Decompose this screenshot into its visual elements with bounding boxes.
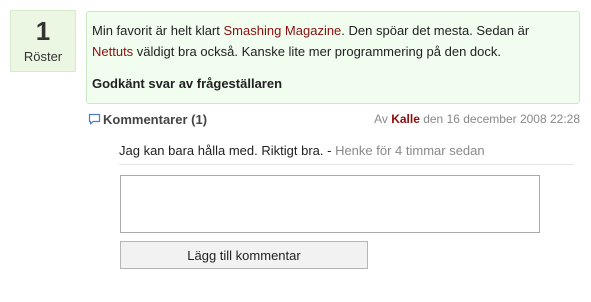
- smashing-magazine-link[interactable]: Smashing Magazine: [224, 23, 342, 38]
- comment-author-link[interactable]: Henke: [335, 143, 373, 158]
- meta-prefix: Av: [374, 112, 392, 126]
- comments-header: Kommentarer (1) Av Kalle den 16 december…: [86, 111, 580, 129]
- meta-date: den 16 december 2008 22:28: [419, 112, 580, 126]
- answer-text: . Den spöar det mesta. Sedan är: [341, 23, 530, 38]
- add-comment-button[interactable]: Lägg till kommentar: [120, 241, 368, 269]
- vote-box: 1 Röster: [10, 10, 76, 72]
- comment-bubble-icon: [88, 113, 101, 129]
- vote-label: Röster: [23, 49, 63, 64]
- comment-time: för 4 timmar sedan: [372, 143, 485, 158]
- comments-title[interactable]: Kommentarer (1): [103, 112, 207, 127]
- nettuts-link[interactable]: Nettuts: [92, 44, 133, 59]
- comment-text: Jag kan bara hålla med. Riktigt bra.: [119, 143, 324, 158]
- accepted-label: Godkänt svar av frågeställaren: [92, 76, 283, 91]
- answer-body: Min favorit är helt klart Smashing Magaz…: [92, 20, 571, 62]
- answer-text: Min favorit är helt klart: [92, 23, 224, 38]
- comment-input[interactable]: [120, 175, 540, 233]
- vote-count: 1: [35, 16, 51, 46]
- accepted-answer: Min favorit är helt klart Smashing Magaz…: [86, 11, 580, 104]
- meta-author-link[interactable]: Kalle: [391, 112, 420, 126]
- comment-item: Jag kan bara hålla med. Riktigt bra. - H…: [119, 143, 574, 165]
- comment-separator: -: [323, 143, 336, 158]
- answer-text: väldigt bra också. Kanske lite mer progr…: [133, 44, 501, 59]
- post-meta: Av Kalle den 16 december 2008 22:28: [374, 112, 580, 126]
